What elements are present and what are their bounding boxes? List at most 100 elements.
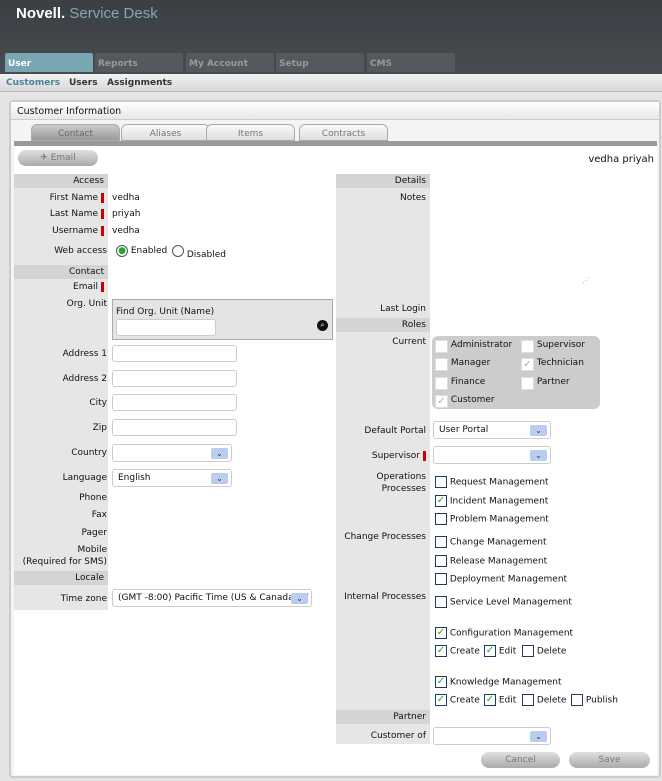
last-login-label: Last Login bbox=[380, 304, 426, 314]
slm-checkbox[interactable]: Service Level Management bbox=[435, 596, 572, 608]
tab-user[interactable]: User bbox=[5, 53, 93, 72]
role-label: Technician bbox=[536, 358, 584, 368]
checkbox[interactable]: ✓ bbox=[484, 645, 496, 657]
role-label: Administrator bbox=[450, 340, 513, 350]
checkbox[interactable] bbox=[521, 377, 534, 390]
config-edit-checkbox[interactable]: ✓ Edit bbox=[484, 645, 516, 657]
tab-setup[interactable]: Setup bbox=[276, 53, 364, 72]
timezone-select[interactable]: (GMT -8:00) Pacific Time (US & Canada); … bbox=[112, 589, 312, 607]
default-portal-select[interactable]: User Portal ⌄ bbox=[433, 421, 551, 439]
subnav-assignments[interactable]: Assignments bbox=[107, 78, 172, 88]
role-checkbox-administrator[interactable]: Administrator bbox=[435, 340, 512, 353]
change-2[interactable]: Deployment Management bbox=[435, 573, 567, 585]
kb-management-checkbox[interactable]: ✓ Knowledge Management bbox=[435, 676, 562, 688]
config-create-checkbox[interactable]: ✓ Create bbox=[435, 645, 480, 657]
kb-publish-checkbox[interactable]: Publish bbox=[571, 694, 618, 706]
checkbox[interactable]: ✓ bbox=[435, 676, 447, 688]
chevron-down-icon: ⌄ bbox=[530, 425, 547, 436]
chevron-down-icon: ⌄ bbox=[211, 473, 228, 484]
city-input[interactable] bbox=[112, 394, 237, 411]
notes-label: Notes bbox=[400, 193, 426, 203]
address1-input[interactable] bbox=[112, 345, 237, 362]
checkbox[interactable]: ✓ bbox=[435, 694, 447, 706]
cancel-button[interactable]: Cancel bbox=[481, 752, 560, 768]
role-checkbox-technician[interactable]: ✓ Technician bbox=[521, 358, 584, 371]
org-unit-search-input[interactable] bbox=[116, 319, 216, 336]
kb-edit-checkbox-label: Edit bbox=[498, 695, 517, 706]
role-checkbox-supervisor[interactable]: Supervisor bbox=[521, 340, 585, 353]
web-access-label: Web access bbox=[54, 246, 107, 256]
subnav-customers[interactable]: Customers bbox=[6, 78, 60, 88]
kb-create-checkbox[interactable]: ✓ Create bbox=[435, 694, 480, 706]
checkbox[interactable]: ✓ bbox=[435, 645, 447, 657]
zip-input[interactable] bbox=[112, 419, 237, 436]
zip-label: Zip bbox=[92, 423, 107, 433]
checkbox[interactable]: ✓ bbox=[484, 694, 496, 706]
ops-2[interactable]: Problem Management bbox=[435, 513, 549, 525]
sub-nav bbox=[0, 74, 662, 92]
checkbox[interactable]: ✓ bbox=[521, 358, 534, 371]
checkbox[interactable] bbox=[522, 645, 534, 657]
checkbox[interactable] bbox=[435, 476, 447, 488]
tab-items[interactable]: Items bbox=[206, 124, 295, 141]
checkbox[interactable]: ✓ bbox=[435, 627, 447, 639]
config-delete-checkbox[interactable]: Delete bbox=[522, 645, 566, 657]
role-checkbox-partner[interactable]: Partner bbox=[521, 377, 570, 390]
config-edit-checkbox-label: Edit bbox=[498, 646, 517, 657]
checkbox[interactable]: ✓ bbox=[435, 495, 447, 507]
language-label: Language bbox=[62, 473, 107, 483]
kb-management-checkbox-label: Knowledge Management bbox=[449, 677, 562, 688]
checkbox[interactable]: ✓ bbox=[435, 395, 448, 408]
change-0[interactable]: Change Management bbox=[435, 536, 546, 548]
checkbox[interactable] bbox=[521, 340, 534, 353]
tab-aliases[interactable]: Aliases bbox=[121, 124, 210, 141]
ops-0[interactable]: Request Management bbox=[435, 476, 549, 488]
address2-input[interactable] bbox=[112, 370, 237, 387]
kb-edit-checkbox[interactable]: ✓ Edit bbox=[484, 694, 516, 706]
checkbox[interactable] bbox=[435, 377, 448, 390]
ops-1[interactable]: ✓ Incident Management bbox=[435, 495, 548, 507]
kb-delete-checkbox[interactable]: Delete bbox=[522, 694, 566, 706]
checkbox[interactable] bbox=[435, 555, 447, 567]
checkbox[interactable] bbox=[435, 596, 447, 608]
web-access-enabled-radio[interactable]: ● Enabled bbox=[116, 245, 167, 257]
org-unit-finder: Find Org. Unit (Name) ⌕ bbox=[112, 299, 333, 340]
checkbox[interactable] bbox=[435, 358, 448, 371]
checkbox[interactable] bbox=[435, 340, 448, 353]
customer-of-select[interactable]: ⌄ bbox=[433, 727, 551, 745]
checkbox[interactable] bbox=[571, 694, 583, 706]
tab-contracts[interactable]: Contracts bbox=[299, 124, 388, 141]
slm-checkbox-label: Service Level Management bbox=[449, 597, 572, 608]
tab-contact[interactable]: Contact bbox=[31, 124, 120, 141]
save-button[interactable]: Save bbox=[569, 752, 650, 768]
tab-reports[interactable]: Reports bbox=[95, 53, 183, 72]
mobile-note: (Required for SMS) bbox=[22, 557, 107, 567]
config-management-checkbox[interactable]: ✓ Configuration Management bbox=[435, 627, 573, 639]
tab-my-account[interactable]: My Account bbox=[186, 53, 274, 72]
current-roles-label: Current bbox=[392, 337, 426, 347]
internal-processes-label: Internal Processes bbox=[344, 592, 426, 602]
checkbox[interactable] bbox=[435, 513, 447, 525]
checkbox[interactable] bbox=[435, 573, 447, 585]
find-org-unit-label: Find Org. Unit (Name) bbox=[116, 307, 215, 317]
subnav-users[interactable]: Users bbox=[69, 78, 98, 88]
role-checkbox-manager[interactable]: Manager bbox=[435, 358, 490, 371]
role-checkbox-customer[interactable]: ✓ Customer bbox=[435, 395, 495, 408]
supervisor-select[interactable]: ⌄ bbox=[433, 446, 551, 464]
role-checkbox-finance[interactable]: Finance bbox=[435, 377, 485, 390]
change-1[interactable]: Release Management bbox=[435, 555, 547, 567]
country-select[interactable]: ⌄ bbox=[112, 444, 232, 462]
customer-of-label: Customer of bbox=[370, 731, 426, 741]
checkbox[interactable] bbox=[522, 694, 534, 706]
role-label: Manager bbox=[450, 358, 491, 368]
language-select[interactable]: English ⌄ bbox=[112, 469, 232, 487]
email-button[interactable]: ✈ Email bbox=[18, 150, 98, 166]
change-processes-label: Change Processes bbox=[344, 532, 426, 542]
tab-cms[interactable]: CMS bbox=[367, 53, 455, 72]
first-name-value: vedha bbox=[112, 193, 140, 203]
checkbox[interactable] bbox=[435, 536, 447, 548]
supervisor-label: Supervisor bbox=[336, 451, 426, 461]
search-icon[interactable]: ⌕ bbox=[317, 320, 328, 331]
resize-handle-icon[interactable]: ⋰ bbox=[582, 276, 590, 285]
web-access-disabled-radio[interactable]: Disabled bbox=[172, 245, 226, 260]
